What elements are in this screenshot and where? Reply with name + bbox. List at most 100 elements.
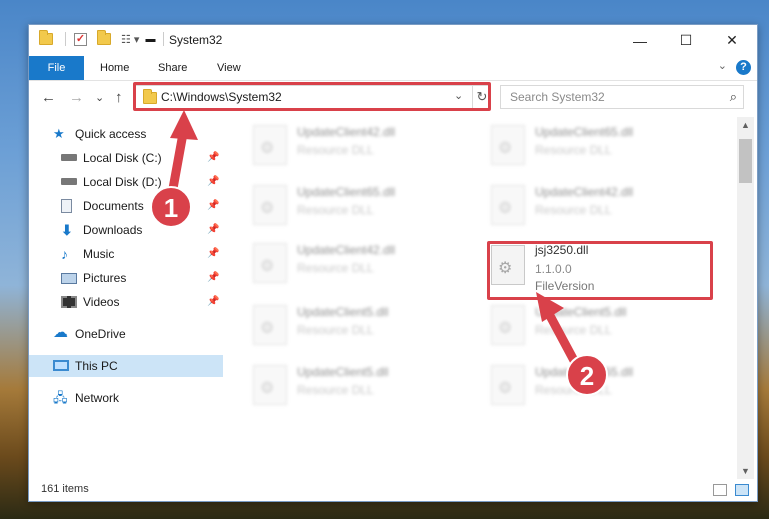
customize-toolbar-icon[interactable]: ☷ ▾: [121, 33, 139, 46]
file-type: Resource DLL: [535, 143, 612, 157]
file-item[interactable]: UpdateClient42.dll Resource DLL: [463, 179, 703, 229]
search-placeholder[interactable]: Search System32: [510, 90, 605, 104]
file-name: UpdateClient5.dll: [297, 305, 389, 319]
sidebar-item-local-disk-d[interactable]: Local Disk (D:) 📌: [61, 171, 223, 193]
file-item[interactable]: UpdateClient5.dll Resource DLL: [463, 299, 703, 349]
up-arrow-icon[interactable]: ↑: [115, 89, 123, 106]
sidebar-item-label: Local Disk (D:): [83, 175, 162, 189]
properties-icon[interactable]: ✓: [74, 32, 87, 46]
sidebar-item-this-pc[interactable]: This PC: [29, 355, 223, 377]
sidebar-item-label: Local Disk (C:): [83, 151, 162, 165]
dll-file-icon: [253, 305, 287, 345]
tab-view[interactable]: View: [217, 56, 241, 80]
drive-icon: [61, 178, 77, 185]
minimize-button[interactable]: —: [617, 25, 663, 56]
scroll-up-icon[interactable]: ▲: [741, 120, 750, 130]
close-button[interactable]: ✕: [709, 25, 755, 56]
forward-arrow-icon[interactable]: →: [69, 89, 84, 106]
pin-icon[interactable]: 📌: [207, 291, 219, 313]
sidebar-item-music[interactable]: ♪ Music 📌: [61, 243, 223, 265]
file-name: UpdateClient42.dll: [297, 243, 396, 257]
pin-icon[interactable]: 📌: [207, 195, 219, 217]
file-item[interactable]: UpdateClient5.dll Resource DLL: [225, 359, 465, 409]
target-file-highlight-box: [487, 241, 713, 300]
details-view-icon[interactable]: [713, 484, 727, 496]
sidebar-item-quick-access[interactable]: ★ Quick access: [53, 123, 223, 145]
large-icons-view-icon[interactable]: [735, 484, 749, 496]
sidebar-item-network[interactable]: 🖧 Network: [53, 387, 223, 409]
toolbar-dropdown-icon[interactable]: ▬: [145, 34, 155, 45]
network-icon: 🖧: [53, 390, 68, 405]
dll-file-icon: [253, 185, 287, 225]
sidebar-item-downloads[interactable]: ⬇ Downloads 📌: [61, 219, 223, 241]
dll-file-icon: [491, 365, 525, 405]
quick-access-toolbar: ✓ ☷ ▾ ▬: [39, 30, 165, 46]
sidebar-item-label: OneDrive: [75, 327, 126, 341]
file-type: Resource DLL: [297, 261, 374, 275]
navigation-pane: ★ Quick access Local Disk (C:) 📌 Local D…: [29, 117, 223, 479]
toolbar-divider: [163, 32, 165, 46]
tab-home[interactable]: Home: [100, 56, 129, 80]
download-icon: ⬇: [61, 222, 73, 238]
sidebar-item-pictures[interactable]: Pictures 📌: [61, 267, 223, 289]
videos-icon: [61, 296, 77, 308]
dll-file-icon: [253, 365, 287, 405]
title-bar: ✓ ☷ ▾ ▬ System32 — ☐ ✕: [29, 25, 757, 56]
tab-share[interactable]: Share: [158, 56, 187, 80]
computer-icon: [53, 360, 69, 371]
recent-locations-icon[interactable]: ⌄: [95, 91, 104, 104]
file-name: UpdateClient65.dll: [535, 125, 634, 139]
item-count: 161 items: [41, 483, 89, 495]
tab-file[interactable]: File: [29, 56, 84, 80]
sidebar-item-label: Documents: [83, 199, 144, 213]
search-icon[interactable]: ⌕: [730, 89, 737, 105]
sidebar-item-label: Network: [75, 391, 120, 405]
file-type: Resource DLL: [297, 383, 374, 397]
sidebar-item-label: Pictures: [83, 271, 127, 285]
help-icon[interactable]: ?: [736, 60, 751, 75]
file-item[interactable]: UpdateClient42.dll Resource DLL: [225, 119, 465, 169]
status-bar: 161 items: [29, 479, 757, 502]
maximize-button[interactable]: ☐: [663, 25, 709, 56]
pin-icon[interactable]: 📌: [207, 171, 219, 193]
sidebar-item-label: Music: [83, 247, 115, 261]
star-icon: ★: [53, 126, 65, 141]
pin-icon[interactable]: 📌: [207, 147, 219, 169]
file-type: Resource DLL: [297, 203, 374, 217]
file-name: UpdateClient42.dll: [297, 125, 396, 139]
pin-icon[interactable]: 📌: [207, 267, 219, 289]
file-item[interactable]: UpdateClient42.dll Resource DLL: [225, 237, 465, 287]
navigation-bar: ← → ⌄ ↑ C:\Windows\System32 ⌄ ↻ Search S…: [29, 81, 757, 115]
music-icon: ♪: [61, 246, 68, 262]
scrollbar-thumb[interactable]: [739, 139, 752, 183]
file-name: UpdateClient5.dll: [297, 365, 389, 379]
file-name: UpdateClient5.dll: [535, 305, 627, 319]
pin-icon[interactable]: 📌: [207, 243, 219, 265]
explorer-window: ✓ ☷ ▾ ▬ System32 — ☐ ✕ File Home Share V…: [28, 24, 758, 502]
sidebar-item-label: Videos: [83, 295, 120, 309]
dll-file-icon: [491, 125, 525, 165]
file-item[interactable]: UpdateClient65.dll Resource DLL: [463, 119, 703, 169]
dll-file-icon: [253, 125, 287, 165]
address-highlight-box: [133, 82, 491, 111]
dll-file-icon: [491, 185, 525, 225]
step-badge-1: 1: [150, 186, 192, 228]
sidebar-item-label: Quick access: [75, 127, 147, 141]
cloud-icon: ☁: [53, 324, 68, 341]
new-folder-icon[interactable]: [97, 30, 111, 45]
sidebar-item-documents[interactable]: Documents 📌: [61, 195, 223, 217]
sidebar-item-label: Downloads: [83, 223, 143, 237]
back-arrow-icon[interactable]: ←: [41, 89, 56, 106]
sidebar-item-onedrive[interactable]: ☁ OneDrive: [53, 323, 223, 345]
sidebar-item-videos[interactable]: Videos 📌: [61, 291, 223, 313]
file-item[interactable]: UpdateClient65.dll Resource DLL: [225, 179, 465, 229]
folder-icon[interactable]: [39, 30, 53, 45]
sidebar-item-local-disk-c[interactable]: Local Disk (C:) 📌: [61, 147, 223, 169]
file-item[interactable]: UpdateClient5.dll Resource DLL: [225, 299, 465, 349]
sidebar-item-label: This PC: [75, 359, 118, 373]
search-box[interactable]: Search System32 ⌕: [500, 85, 744, 109]
vertical-scrollbar[interactable]: ▲ ▼: [737, 117, 754, 479]
ribbon-collapse-icon[interactable]: ⌄: [718, 59, 727, 72]
scroll-down-icon[interactable]: ▼: [741, 466, 750, 476]
pin-icon[interactable]: 📌: [207, 219, 219, 241]
